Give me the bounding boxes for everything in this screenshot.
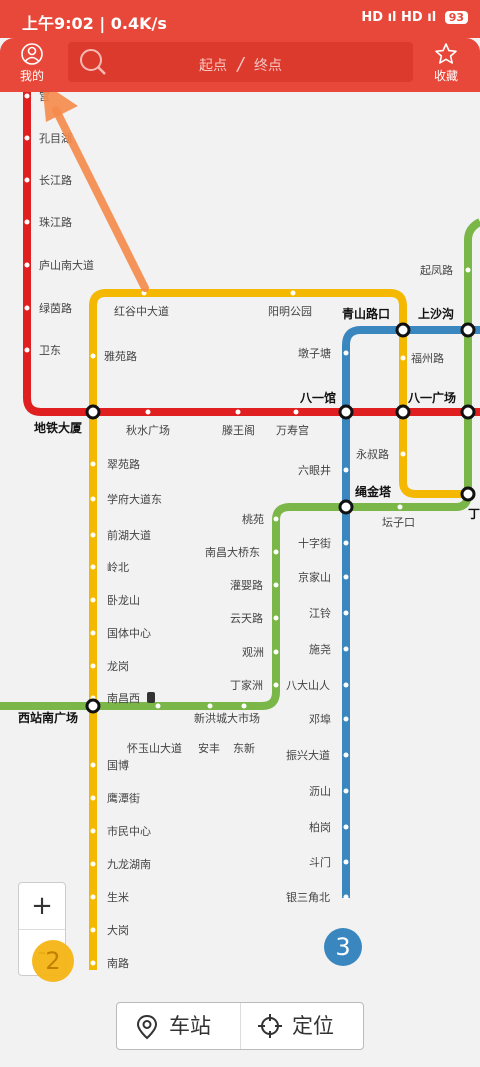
zoom-in-button[interactable]: + bbox=[19, 883, 65, 930]
station-fuzhou[interactable]: 福州路 bbox=[411, 351, 444, 365]
battery-icon: 93 bbox=[444, 11, 468, 24]
locate-button[interactable]: 定位 bbox=[240, 1003, 363, 1049]
station-lvyin[interactable]: 绿茵路 bbox=[39, 301, 72, 315]
station-yangming[interactable]: 阳明公园 bbox=[268, 305, 312, 318]
my-label: 我的 bbox=[19, 69, 44, 83]
station-lingbei[interactable]: 岭北 bbox=[107, 560, 129, 574]
station-lishan[interactable]: 沥山 bbox=[309, 785, 331, 798]
station-shimin[interactable]: 市民中心 bbox=[107, 824, 151, 838]
station-bayiguangchang[interactable]: 八一广场 bbox=[407, 390, 456, 405]
station-dongxin[interactable]: 东新 bbox=[233, 741, 255, 755]
station-button[interactable]: 车站 bbox=[117, 1003, 241, 1049]
station-shengjinta[interactable]: 绳金塔 bbox=[355, 484, 392, 499]
station-zhenxing[interactable]: 振兴大道 bbox=[286, 748, 330, 762]
station-qianhu[interactable]: 前湖大道 bbox=[107, 528, 151, 542]
status-bar: 上午9:02 | 0.4K/s HD ıl HD ıl 93 bbox=[0, 0, 480, 38]
station-qingshan[interactable]: 青山路口 bbox=[342, 306, 390, 321]
station-hongu[interactable]: 红谷中大道 bbox=[114, 304, 169, 318]
station-shizijie[interactable]: 十字街 bbox=[298, 536, 331, 550]
destination-field[interactable]: 终点 bbox=[254, 58, 282, 74]
route-fields: 起点 / 终点 bbox=[68, 54, 413, 75]
station-xizhan[interactable]: 西站南广场 bbox=[18, 710, 78, 725]
tap-marker: 2 bbox=[32, 940, 74, 982]
user-circle-icon bbox=[21, 43, 43, 65]
bottom-toolbar: 车站 定位 bbox=[116, 1002, 364, 1050]
train-icon bbox=[147, 692, 155, 703]
route-search-bar[interactable]: 起点 / 终点 bbox=[68, 42, 413, 82]
station-liuyanjing[interactable]: 六眼井 bbox=[298, 463, 331, 477]
station-doumen[interactable]: 斗门 bbox=[309, 855, 331, 869]
station-huaiyushan[interactable]: 怀玉山大道 bbox=[127, 741, 182, 755]
station-anfeng[interactable]: 安丰 bbox=[198, 741, 220, 755]
status-right: HD ıl HD ıl 93 bbox=[361, 10, 468, 25]
station-cuiyuan[interactable]: 翠苑路 bbox=[107, 458, 140, 471]
station-zhanghu[interactable]: 邓埠 bbox=[309, 712, 331, 726]
station-shangsha[interactable]: 上沙沟 bbox=[418, 306, 454, 321]
station-guobo[interactable]: 国博 bbox=[107, 759, 129, 772]
station-lushan[interactable]: 庐山南大道 bbox=[39, 258, 94, 272]
station-qiushui[interactable]: 秋水广场 bbox=[126, 423, 170, 437]
station-zhujiang[interactable]: 珠江路 bbox=[39, 215, 72, 229]
metro-map[interactable]: 宫 孔目湖 长江路 珠江路 庐山南大道 绿茵路 卫东 红谷中大道 阳明公园 青山… bbox=[0, 92, 480, 1067]
status-left: 上午9:02 | 0.4K/s bbox=[22, 14, 167, 33]
station-tanzikou[interactable]: 坛子口 bbox=[382, 516, 415, 529]
station-shiyao[interactable]: 施尧 bbox=[309, 643, 331, 656]
station-nanlu[interactable]: 南路 bbox=[107, 957, 129, 970]
station-qifeng[interactable]: 起凤路 bbox=[420, 264, 453, 277]
station-guanying[interactable]: 灌婴路 bbox=[230, 579, 263, 592]
station-bayiguan[interactable]: 八一馆 bbox=[299, 390, 336, 405]
station-wanshougong[interactable]: 万寿宫 bbox=[276, 423, 309, 437]
station-dagang[interactable]: 大岗 bbox=[107, 923, 129, 937]
station-button-label: 车站 bbox=[169, 1014, 211, 1038]
station-xuefu[interactable]: 学府大道东 bbox=[107, 492, 162, 506]
station-yongshu[interactable]: 永叔路 bbox=[356, 447, 389, 461]
station-guoti[interactable]: 国体中心 bbox=[107, 626, 151, 640]
station-shengmi[interactable]: 生米 bbox=[107, 890, 129, 904]
station-ditiedasha[interactable]: 地铁大厦 bbox=[34, 420, 83, 435]
station-dunzitang[interactable]: 墩子塘 bbox=[298, 346, 331, 360]
station-xinhong[interactable]: 新洪城大市场 bbox=[194, 711, 260, 725]
station-ding[interactable]: 丁 bbox=[468, 507, 480, 521]
favorites-button[interactable]: 收藏 bbox=[418, 38, 474, 92]
station-nanchangdaqiao[interactable]: 南昌大桥东 bbox=[205, 545, 260, 559]
station-yayuan[interactable]: 雅苑路 bbox=[104, 349, 137, 363]
station-jiangling[interactable]: 江铃 bbox=[309, 606, 331, 620]
station-yingtan[interactable]: 鹰潭街 bbox=[107, 791, 140, 805]
star-icon bbox=[435, 43, 457, 64]
station-taoyuan[interactable]: 桃苑 bbox=[242, 512, 264, 526]
status-time: 上午9:02 bbox=[22, 14, 94, 33]
station-guanzhou[interactable]: 观洲 bbox=[242, 646, 264, 659]
station-badashanren[interactable]: 八大山人 bbox=[286, 678, 330, 692]
station-baigang[interactable]: 柏岗 bbox=[309, 820, 331, 834]
my-button[interactable]: 我的 bbox=[4, 38, 60, 92]
crosshair-icon bbox=[258, 1014, 282, 1038]
route-separator: / bbox=[237, 54, 244, 75]
status-speed: 0.4K/s bbox=[110, 14, 167, 33]
origin-field[interactable]: 起点 bbox=[199, 58, 227, 74]
app-header: 我的 起点 / 终点 收藏 bbox=[0, 38, 480, 92]
station-wolong[interactable]: 卧龙山 bbox=[107, 594, 140, 607]
interchange-dots bbox=[85, 322, 476, 714]
favorites-label: 收藏 bbox=[433, 69, 458, 83]
station-jingjiashan[interactable]: 京家山 bbox=[298, 570, 331, 584]
station-longgang[interactable]: 龙岗 bbox=[107, 660, 129, 673]
station-weidong[interactable]: 卫东 bbox=[39, 344, 61, 357]
station-yinsanjiao[interactable]: 银三角北 bbox=[286, 890, 330, 904]
station-dingjiazhou[interactable]: 丁家洲 bbox=[230, 678, 263, 692]
station-changjiang[interactable]: 长江路 bbox=[39, 174, 72, 187]
location-pin-icon bbox=[136, 1014, 158, 1040]
station-yuntian[interactable]: 云天路 bbox=[230, 612, 263, 625]
signal-icon: HD ıl HD ıl bbox=[361, 10, 437, 25]
station-jiulong[interactable]: 九龙湖南 bbox=[107, 858, 151, 871]
locate-button-label: 定位 bbox=[292, 1014, 334, 1038]
line-3-badge[interactable]: 3 bbox=[324, 928, 362, 966]
station-tengwang[interactable]: 滕王阁 bbox=[222, 423, 255, 437]
station-nanchangxi[interactable]: 南昌西 bbox=[107, 692, 140, 705]
